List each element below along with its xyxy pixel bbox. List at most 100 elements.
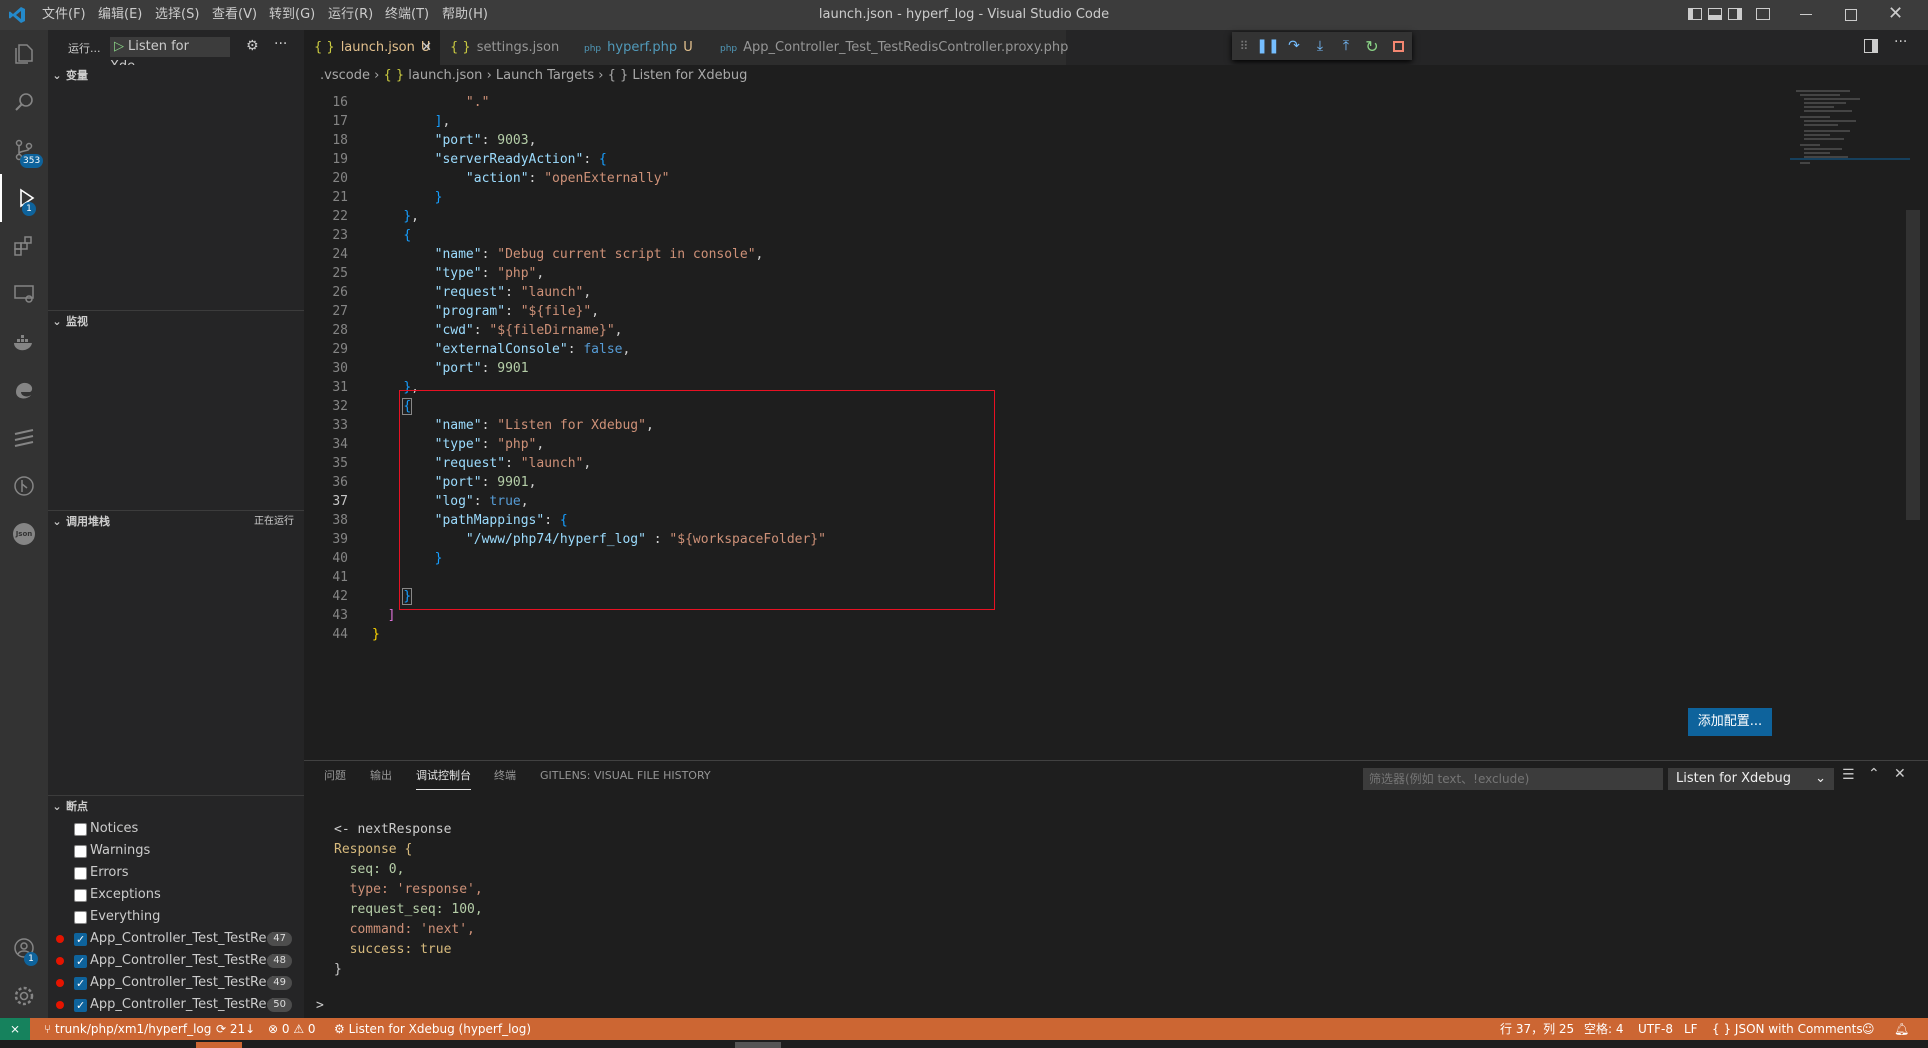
checkbox[interactable] — [74, 951, 87, 973]
callstack-section-header[interactable]: ⌄ 调用堆栈 正在运行 — [48, 510, 304, 533]
close-button[interactable]: ✕ — [1888, 4, 1903, 24]
encoding[interactable]: UTF-8 — [1638, 1018, 1673, 1040]
tab-hyperf-php[interactable]: php hyperf.php U — [574, 30, 710, 65]
breakpoint-item[interactable]: App_Controller_Test_TestRed...50 — [48, 994, 304, 1017]
branch-status[interactable]: ⑂ trunk/php/xm1/hyperf_log — [44, 1018, 211, 1040]
exception-notices[interactable]: Notices — [48, 818, 304, 840]
step-into-icon[interactable]: ⤓ — [1310, 36, 1330, 56]
menu-go[interactable]: 转到(G) — [269, 0, 315, 30]
checkbox[interactable] — [74, 911, 87, 924]
pause-icon[interactable]: ❚❚ — [1256, 36, 1279, 56]
tab-output[interactable]: 输出 — [370, 761, 392, 791]
toggle-sidebar-icon[interactable] — [1688, 8, 1702, 20]
breakpoint-item[interactable]: App_Controller_Test_TestRed...47 — [48, 928, 304, 951]
breakpoint-item[interactable]: App_Controller_Test_TestRed...48 — [48, 950, 304, 973]
add-configuration-button[interactable]: 添加配置... — [1688, 708, 1772, 736]
minimize-button[interactable] — [1800, 14, 1812, 15]
problems-status[interactable]: ⊗ 0 ⚠ 0 — [268, 1018, 316, 1040]
step-out-icon[interactable]: ⤒ — [1336, 36, 1356, 56]
breadcrumb-item[interactable]: launch.json — [408, 68, 482, 83]
remote-explorer-icon[interactable] — [0, 270, 48, 318]
more-actions-icon[interactable]: ··· — [1894, 34, 1907, 50]
settings-gear-icon[interactable]: ⚙ — [246, 38, 259, 54]
restore-button[interactable] — [1845, 9, 1857, 21]
indentation[interactable]: 空格: 4 — [1584, 1018, 1624, 1040]
more-actions-icon[interactable]: ··· — [274, 36, 287, 52]
breadcrumb-item[interactable]: .vscode — [320, 68, 370, 83]
menu-file[interactable]: 文件(F) — [42, 0, 86, 30]
debug-session-select[interactable]: Listen for Xdebug ⌄ — [1668, 768, 1834, 790]
cursor-position[interactable]: 行 37，列 25 — [1500, 1018, 1574, 1040]
checkbox[interactable] — [74, 929, 87, 951]
breakpoint-item[interactable]: App_Controller_Test_TestRed...49 — [48, 972, 304, 995]
console-filter-input[interactable] — [1363, 768, 1663, 790]
debug-config-select[interactable]: ▷Listen for Xde⌄ — [110, 37, 230, 74]
split-editor-icon[interactable] — [1864, 39, 1878, 53]
editor-scrollbar[interactable] — [1906, 210, 1920, 520]
start-debug-icon[interactable]: ▷ — [114, 39, 124, 54]
toggle-panel-icon[interactable] — [1708, 8, 1722, 20]
menu-view[interactable]: 查看(V) — [212, 0, 257, 30]
tab-proxy-php[interactable]: php App_Controller_Test_TestRedisControll… — [710, 30, 1068, 65]
search-icon[interactable] — [0, 78, 48, 126]
menu-help[interactable]: 帮助(H) — [442, 0, 488, 30]
remote-indicator-icon[interactable]: ⨯ — [0, 1018, 30, 1040]
maximize-panel-icon[interactable]: ⌃ — [1868, 766, 1880, 782]
exception-everything[interactable]: Everything — [48, 906, 304, 928]
customize-layout-icon[interactable] — [1756, 8, 1770, 20]
checkbox[interactable] — [74, 845, 87, 858]
tab-terminal[interactable]: 终端 — [494, 761, 516, 791]
exception-exceptions[interactable]: Exceptions — [48, 884, 304, 906]
breadcrumb-item[interactable]: Listen for Xdebug — [632, 68, 747, 83]
run-debug-icon[interactable]: 1 — [0, 174, 48, 222]
docker-icon[interactable] — [0, 318, 48, 366]
tab-gitlens-history[interactable]: GITLENS: VISUAL FILE HISTORY — [540, 761, 711, 791]
checkbox[interactable] — [74, 867, 87, 880]
checkbox[interactable] — [74, 995, 87, 1017]
console-prompt[interactable]: > — [316, 996, 324, 1016]
explorer-icon[interactable] — [0, 30, 48, 78]
menu-selection[interactable]: 选择(S) — [155, 0, 199, 30]
manage-gear-icon[interactable] — [0, 972, 48, 1020]
tab-settings-json[interactable]: { } settings.json — [440, 30, 574, 65]
edge-devtools-icon[interactable] — [0, 366, 48, 414]
tab-debug-console[interactable]: 调试控制台 — [416, 761, 471, 790]
step-over-icon[interactable]: ↷ — [1284, 36, 1304, 56]
gitlens-icon[interactable] — [0, 414, 48, 462]
clear-console-icon[interactable]: ☰ — [1842, 767, 1855, 783]
stop-icon[interactable] — [1388, 36, 1408, 56]
debug-session-status[interactable]: ⚙ Listen for Xdebug (hyperf_log) — [334, 1018, 531, 1040]
drag-handle-icon[interactable]: ⠿ — [1234, 36, 1254, 56]
checkbox[interactable] — [74, 889, 87, 902]
restart-icon[interactable]: ↻ — [1362, 36, 1382, 56]
menu-terminal[interactable]: 终端(T) — [385, 0, 429, 30]
close-panel-icon[interactable]: ✕ — [1894, 766, 1906, 782]
json-icon[interactable]: Json — [0, 510, 48, 558]
notifications-icon[interactable]: 🔔︎ — [1894, 1018, 1909, 1040]
tab-problems[interactable]: 问题 — [324, 761, 346, 791]
exception-errors[interactable]: Errors — [48, 862, 304, 884]
minimap[interactable] — [1790, 87, 1910, 187]
watch-section-header[interactable]: ⌄ 监视 — [48, 310, 304, 333]
code-line: "request": "launch", — [434, 285, 592, 300]
watch-title: 监视 — [66, 315, 88, 328]
sync-status[interactable]: ⟳ 21↓ — [216, 1018, 255, 1040]
source-control-icon[interactable]: 353 — [0, 126, 48, 174]
end-of-line[interactable]: LF — [1684, 1018, 1698, 1040]
checkbox[interactable] — [74, 973, 87, 995]
breakpoints-section-header[interactable]: ⌄ 断点 — [48, 795, 304, 818]
accounts-icon[interactable]: 1 — [0, 924, 48, 972]
menu-run[interactable]: 运行(R) — [328, 0, 373, 30]
exception-warnings[interactable]: Warnings — [48, 840, 304, 862]
language-mode[interactable]: { } JSON with Comments — [1712, 1018, 1863, 1040]
breadcrumb-item[interactable]: Launch Targets — [496, 68, 594, 83]
checkbox[interactable] — [74, 823, 87, 836]
feedback-icon[interactable]: ☺ — [1862, 1018, 1875, 1040]
toggle-secondary-sidebar-icon[interactable] — [1728, 8, 1742, 20]
close-tab-icon[interactable]: ✕ — [421, 30, 432, 65]
git-graph-icon[interactable] — [0, 462, 48, 510]
menu-edit[interactable]: 编辑(E) — [98, 0, 142, 30]
extensions-icon[interactable] — [0, 222, 48, 270]
variables-section-header[interactable]: ⌄ 变量 — [48, 65, 304, 87]
tab-launch-json[interactable]: { } launch.json U ✕ — [304, 30, 440, 65]
